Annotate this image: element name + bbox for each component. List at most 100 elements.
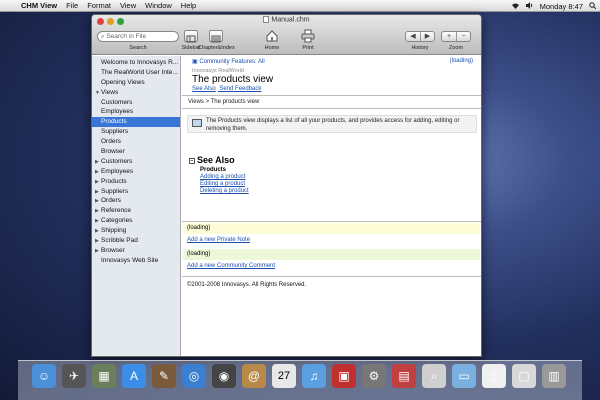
- home-icon: [266, 30, 278, 42]
- description-text: The Products view displays a list of all…: [206, 118, 460, 132]
- search-input[interactable]: ⌕ Search in File: [97, 31, 179, 42]
- safari-icon[interactable]: ◎: [182, 364, 206, 388]
- copyright: ©2001-2008 Innovasys. All Rights Reserve…: [187, 282, 307, 288]
- menu-file[interactable]: File: [66, 1, 78, 10]
- collapse-icon[interactable]: −: [189, 157, 195, 164]
- finder-icon[interactable]: ☺: [32, 364, 56, 388]
- sidebar-item-label: Suppliers: [101, 128, 129, 136]
- home-label: Home: [264, 45, 280, 51]
- sidebar-item-label: Customers: [101, 98, 133, 106]
- sidebar-item-label: Products: [101, 177, 127, 185]
- menu-format[interactable]: Format: [87, 1, 111, 10]
- see-also-link[interactable]: See Also: [192, 86, 216, 92]
- mission-control-icon[interactable]: ▦: [92, 364, 116, 388]
- wifi-icon[interactable]: [511, 2, 520, 11]
- sidebar-item-label: Employees: [101, 108, 134, 116]
- sidebar-item-label: Orders: [101, 197, 121, 205]
- photo-booth-icon[interactable]: ▣: [332, 364, 356, 388]
- document-icon[interactable]: ▯: [482, 364, 506, 388]
- divider: [182, 95, 481, 96]
- trash-icon[interactable]: ▥: [542, 364, 566, 388]
- preview-magnifier-icon[interactable]: ⌕: [422, 364, 446, 388]
- sidebar-item[interactable]: ▶ Reference: [92, 206, 180, 216]
- sidebar-item[interactable]: ▶ Categories: [92, 216, 180, 226]
- chapter-index-button[interactable]: [209, 30, 223, 43]
- chapter-index-icon: [211, 35, 221, 43]
- clock[interactable]: Monday 8:47: [540, 2, 583, 11]
- sidebar-item[interactable]: Employees: [92, 107, 180, 117]
- facetime-icon[interactable]: ◉: [212, 364, 236, 388]
- chm-view-icon[interactable]: ▤: [392, 364, 416, 388]
- zoom-label: Zoom: [448, 45, 464, 51]
- sidebar-item-label: Reference: [101, 207, 131, 215]
- address-book-icon[interactable]: @: [242, 364, 266, 388]
- sidebar-item[interactable]: ▶ Customers: [92, 157, 180, 167]
- sidebar-item-label: Views: [101, 88, 119, 96]
- sidebar-tree: Welcome to Innovasys R... The RealWorld U…: [92, 56, 181, 356]
- sidebar-item-label: Opening Views: [101, 78, 145, 86]
- sidebar-item[interactable]: ▶ Shipping: [92, 226, 180, 236]
- print-label: Print: [302, 45, 314, 51]
- volume-icon[interactable]: [525, 1, 534, 11]
- sidebar-item[interactable]: ▶ Employees: [92, 167, 180, 177]
- app-store-icon[interactable]: A: [122, 364, 146, 388]
- sidebar-item[interactable]: ▶ Products: [92, 177, 180, 187]
- private-notes-box: (loading): [183, 223, 480, 234]
- sidebar-item[interactable]: The RealWorld User Inte...: [92, 68, 180, 78]
- sidebar-item-label: Browser: [101, 246, 125, 254]
- sidebar-item[interactable]: Welcome to Innovasys R...: [92, 58, 180, 68]
- print-button[interactable]: [301, 29, 315, 43]
- folder-icon[interactable]: ▭: [452, 364, 476, 388]
- forward-button[interactable]: ▶: [420, 32, 434, 41]
- sidebar-item-label: Orders: [101, 138, 121, 146]
- adding-product-link[interactable]: Adding a product: [200, 174, 245, 180]
- zoom-out-button[interactable]: −: [456, 32, 470, 41]
- calendar-icon[interactable]: 27: [272, 364, 296, 388]
- sidebar-item[interactable]: Products: [92, 117, 180, 128]
- view-icon: [192, 119, 202, 127]
- deleting-product-link[interactable]: Deleting a product: [200, 188, 249, 194]
- send-feedback-link[interactable]: Send Feedback: [219, 86, 261, 92]
- sidebar-item-label: Scribble Pad: [101, 237, 138, 245]
- zoom-in-button[interactable]: +: [442, 32, 456, 41]
- sidebar-item[interactable]: Opening Views: [92, 78, 180, 88]
- sidebar-item[interactable]: ▶ Suppliers: [92, 187, 180, 197]
- sidebar-item[interactable]: Orders: [92, 137, 180, 147]
- menu-bar: CHM View File Format View Window Help Mo…: [0, 0, 600, 12]
- sidebar-item[interactable]: Customers: [92, 98, 180, 108]
- launchpad-icon[interactable]: ✈: [62, 364, 86, 388]
- sidebar-item[interactable]: ▼Views: [92, 88, 180, 98]
- home-button[interactable]: [265, 29, 279, 43]
- dock: ☺ ✈ ▦ A ✎ ◎ ◉ @27 ♫ ▣ ⚙ ▤ ⌕ ▭ ▯ ▢ ▥: [18, 360, 582, 400]
- divider: [182, 276, 481, 277]
- sidebar-item-label: Shipping: [101, 227, 127, 235]
- system-preferences-icon[interactable]: ⚙: [362, 364, 386, 388]
- menu-view[interactable]: View: [120, 1, 136, 10]
- add-community-comment-link[interactable]: Add a new Community Comment: [187, 263, 275, 269]
- description-box: The Products view displays a list of all…: [187, 115, 477, 133]
- community-features-link[interactable]: ▣ Community Features: All: [192, 58, 265, 65]
- menu-help[interactable]: Help: [181, 1, 196, 10]
- sidebar-item[interactable]: Browser: [92, 147, 180, 157]
- sidebar-item-label: Welcome to Innovasys R...: [101, 59, 179, 66]
- sidebar-item-label: Categories: [101, 217, 133, 225]
- editing-product-link[interactable]: Editing a product: [200, 181, 245, 187]
- search-label: Search: [129, 45, 147, 51]
- window-icon[interactable]: ▢: [512, 364, 536, 388]
- sidebar-item[interactable]: ▶ Scribble Pad: [92, 236, 180, 246]
- menu-window[interactable]: Window: [145, 1, 172, 10]
- preview-icon[interactable]: ✎: [152, 364, 176, 388]
- itunes-icon[interactable]: ♫: [302, 364, 326, 388]
- back-button[interactable]: ◀: [406, 32, 420, 41]
- add-private-note-link[interactable]: Add a new Private Note: [187, 237, 250, 243]
- sidebar-item[interactable]: Suppliers: [92, 127, 180, 137]
- community-icon: ▣: [192, 59, 198, 65]
- divider: [182, 108, 481, 109]
- sidebar-item[interactable]: Innovasys Web Site: [92, 256, 180, 266]
- sidebar-button[interactable]: [184, 30, 198, 43]
- menu-app-chm-view[interactable]: CHM View: [21, 1, 57, 10]
- spotlight-icon[interactable]: [589, 1, 597, 11]
- see-also-heading[interactable]: − See Also: [189, 155, 235, 165]
- sidebar-item[interactable]: ▶ Orders: [92, 196, 180, 206]
- sidebar-item[interactable]: ▶ Browser: [92, 246, 180, 256]
